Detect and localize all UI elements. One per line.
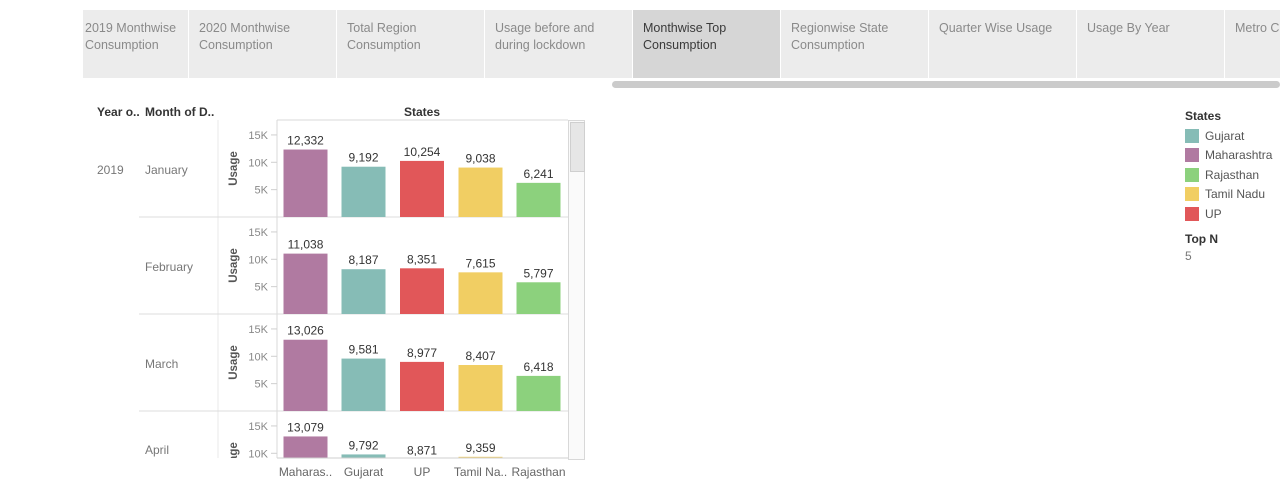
legend-label: Gujarat <box>1205 128 1245 143</box>
top-n-filter-value[interactable]: 5 <box>1185 249 1272 263</box>
bar-tamilna-march <box>458 365 503 411</box>
bar-gujarat-march <box>341 358 386 411</box>
bar-up-february <box>400 268 444 314</box>
bar-value-label: 8,187 <box>348 253 378 267</box>
legend-item-rajasthan[interactable]: Rajasthan <box>1185 165 1272 185</box>
chart-vertical-scrollbar[interactable] <box>568 120 585 460</box>
bar-value-label: 8,407 <box>465 349 495 363</box>
y-axis-title: Usage <box>228 248 240 283</box>
bar-value-label: 8,977 <box>407 346 437 360</box>
bar-value-label: 5,797 <box>523 266 553 280</box>
bar-value-label: 12,332 <box>287 134 324 148</box>
y-tick-label: 5K <box>255 379 269 391</box>
legend-swatch <box>1185 206 1199 221</box>
legend-swatch <box>1185 187 1199 202</box>
legend-title: States <box>1185 109 1222 123</box>
y-axis-title: Usage <box>228 345 240 380</box>
y-tick-label: 10K <box>248 157 268 169</box>
states-legend: States Gujarat Maharashtra Rajasthan Tamil … <box>1185 109 1272 263</box>
x-category-label: Gujarat <box>344 465 384 479</box>
x-category-label: Maharas.. <box>279 465 332 479</box>
bar-up-january <box>400 160 444 217</box>
bar-maharas-march <box>283 339 328 411</box>
bar-maharas-february <box>283 253 328 314</box>
bar-up-march <box>400 361 444 411</box>
bar-value-label: 8,351 <box>407 252 437 266</box>
legend-swatch <box>1185 148 1199 163</box>
x-category-label: Rajasthan <box>511 465 565 479</box>
bar-value-label: 13,026 <box>287 324 324 338</box>
legend-item-up[interactable]: UP <box>1185 204 1272 224</box>
bar-gujarat-january <box>341 166 386 217</box>
legend-item-maharashtra[interactable]: Maharashtra <box>1185 146 1272 166</box>
y-tick-label: 10K <box>248 351 268 363</box>
bar-value-label: 6,418 <box>523 360 553 374</box>
y-axis-title: Usage <box>228 151 240 186</box>
legend-swatch <box>1185 128 1199 143</box>
bar-value-label: 7,615 <box>465 256 495 270</box>
bar-rajasthan-january <box>516 182 561 217</box>
bar-value-label: 9,581 <box>348 343 378 357</box>
x-category-label: Tamil Na.. <box>454 465 507 479</box>
legend-swatch <box>1185 167 1199 182</box>
legend-label: UP <box>1205 206 1222 221</box>
bar-tamilna-january <box>458 167 503 217</box>
legend-label: Tamil Nadu <box>1205 187 1266 202</box>
y-axis-title: Usage <box>228 442 240 477</box>
bar-tamilna-february <box>458 272 503 314</box>
bar-value-label: 9,359 <box>465 441 495 455</box>
legend-item-tamil-nadu[interactable]: Tamil Nadu <box>1185 185 1272 205</box>
y-tick-label: 5K <box>255 185 269 197</box>
bar-maharas-january <box>283 149 328 217</box>
bar-rajasthan-march <box>516 375 561 411</box>
bar-value-label: 9,792 <box>348 438 378 452</box>
bar-value-label: 8,871 <box>407 443 437 457</box>
y-tick-label: 5K <box>255 282 269 294</box>
legend-label: Rajasthan <box>1205 167 1260 182</box>
chart-scrollbar-thumb[interactable] <box>570 122 585 172</box>
y-tick-label: 10K <box>248 254 268 266</box>
bar-value-label: 10,254 <box>404 145 441 159</box>
y-tick-label: 10K <box>248 448 268 460</box>
bar-value-label: 9,192 <box>348 151 378 165</box>
y-tick-label: 15K <box>248 421 268 433</box>
x-category-label: UP <box>414 465 431 479</box>
chart-panels: Usage 5K 10K 15K 12,332 9,192 10,254 9,038 6,241… <box>139 120 568 488</box>
legend-label: Maharashtra <box>1205 148 1273 163</box>
bar-value-label: 9,038 <box>465 152 495 166</box>
bar-rajasthan-february <box>516 282 561 314</box>
top-n-filter-title: Top N <box>1185 231 1219 246</box>
y-tick-label: 15K <box>248 130 268 142</box>
legend-item-gujarat[interactable]: Gujarat <box>1185 126 1272 146</box>
bar-value-label: 13,079 <box>287 420 324 434</box>
y-tick-label: 15K <box>248 324 268 336</box>
y-tick-label: 5K <box>255 476 269 488</box>
bar-gujarat-february <box>341 269 386 314</box>
y-tick-label: 15K <box>248 227 268 239</box>
bar-value-label: 11,038 <box>288 238 324 252</box>
bar-value-label: 6,241 <box>523 167 553 181</box>
usage-bar-chart: Usage 5K 10K 15K 12,332 9,192 10,254 9,038 6,241… <box>139 119 568 488</box>
